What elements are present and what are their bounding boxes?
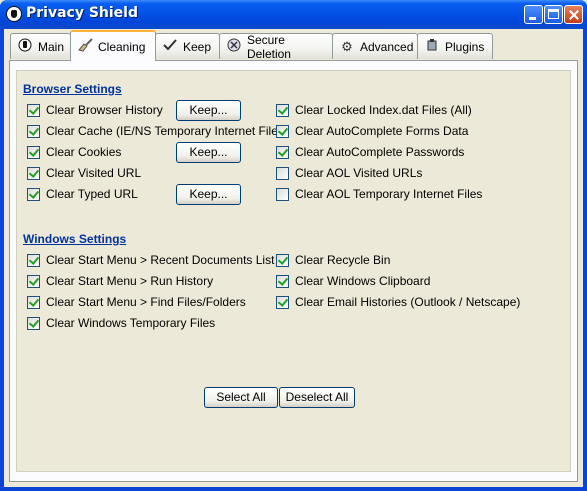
app-icon <box>6 6 22 22</box>
tab-keep[interactable]: Keep <box>155 33 220 59</box>
broom-icon <box>77 38 93 55</box>
title-bar[interactable]: Privacy Shield <box>0 0 587 29</box>
checkbox-clear-browser-history[interactable]: Clear Browser History <box>27 103 163 117</box>
check-icon <box>162 38 178 55</box>
checkbox-label: Clear Start Menu > Find Files/Folders <box>46 295 246 309</box>
checkbox-clear-aol-temp-files[interactable]: Clear AOL Temporary Internet Files <box>276 187 482 201</box>
checkbox-box[interactable] <box>276 187 289 201</box>
checkbox-clear-recent-documents[interactable]: Clear Start Menu > Recent Documents List <box>27 253 274 267</box>
select-all-button[interactable]: Select All <box>204 387 278 408</box>
checkbox-box[interactable] <box>27 145 40 159</box>
checkbox-box[interactable] <box>276 274 289 288</box>
checkbox-clear-windows-temp-files[interactable]: Clear Windows Temporary Files <box>27 316 215 330</box>
maximize-button[interactable] <box>544 5 563 24</box>
tab-secure-deletion-label: Secure Deletion <box>246 32 291 61</box>
checkbox-box[interactable] <box>27 253 40 267</box>
plugin-icon <box>424 38 440 55</box>
checkbox-label: Clear Browser History <box>46 103 163 117</box>
checkbox-clear-visited-url[interactable]: Clear Visited URL <box>27 166 141 180</box>
checkbox-clear-clipboard[interactable]: Clear Windows Clipboard <box>276 274 430 288</box>
checkbox-box[interactable] <box>27 295 40 309</box>
checkbox-label: Clear Start Menu > Run History <box>46 274 214 288</box>
checkbox-label: Clear AOL Visited URLs <box>295 166 423 180</box>
checkbox-box[interactable] <box>27 103 40 117</box>
checkbox-clear-autocomplete-passwords[interactable]: Clear AutoComplete Passwords <box>276 145 464 159</box>
checkbox-clear-recycle-bin[interactable]: Clear Recycle Bin <box>276 253 390 267</box>
checkbox-label: Clear AOL Temporary Internet Files <box>295 187 483 201</box>
checkbox-label: Clear Typed URL <box>46 187 138 201</box>
app-window: Privacy Shield Main Cleaning Keep Secure… <box>0 0 587 491</box>
window-title: Privacy Shield <box>26 5 138 21</box>
checkbox-label: Clear Cookies <box>46 145 122 159</box>
checkbox-box[interactable] <box>27 316 40 330</box>
checkbox-label: Clear Windows Clipboard <box>295 274 431 288</box>
checkbox-clear-aol-visited-urls[interactable]: Clear AOL Visited URLs <box>276 166 422 180</box>
checkbox-clear-find-files[interactable]: Clear Start Menu > Find Files/Folders <box>27 295 246 309</box>
tab-main[interactable]: Main <box>10 33 71 59</box>
checkbox-label: Clear Locked Index.dat Files (All) <box>295 103 472 117</box>
close-button[interactable] <box>564 5 583 24</box>
checkbox-label: Clear AutoComplete Forms Data <box>295 124 469 138</box>
tab-keep-label: Keep <box>183 39 212 54</box>
checkbox-label: Clear Windows Temporary Files <box>46 316 216 330</box>
checkbox-clear-typed-url[interactable]: Clear Typed URL <box>27 187 138 201</box>
checkbox-box[interactable] <box>276 166 289 180</box>
minimize-button[interactable] <box>524 5 543 24</box>
checkbox-clear-cookies[interactable]: Clear Cookies <box>27 145 121 159</box>
checkbox-box[interactable] <box>276 124 289 138</box>
checkbox-box[interactable] <box>276 103 289 117</box>
tab-plugins[interactable]: Plugins <box>417 33 493 59</box>
tab-main-label: Main <box>38 39 65 54</box>
checkbox-clear-run-history[interactable]: Clear Start Menu > Run History <box>27 274 213 288</box>
checkbox-box[interactable] <box>276 253 289 267</box>
tab-panel: Browser Settings Clear Browser History C… <box>9 60 578 482</box>
checkbox-label: Clear AutoComplete Passwords <box>295 145 465 159</box>
checkbox-label: Clear Recycle Bin <box>295 253 391 267</box>
checkbox-label: Clear Start Menu > Recent Documents List <box>46 253 275 267</box>
cleaning-options-frame: Browser Settings Clear Browser History C… <box>16 70 571 472</box>
checkbox-box[interactable] <box>276 295 289 309</box>
tab-advanced[interactable]: ⚙ Advanced <box>332 33 418 59</box>
keep-history-button[interactable]: Keep... <box>176 100 241 121</box>
keep-typed-url-button[interactable]: Keep... <box>176 184 241 205</box>
checkbox-box[interactable] <box>276 145 289 159</box>
checkbox-label: Clear Visited URL <box>46 166 142 180</box>
info-icon <box>17 38 33 55</box>
checkbox-clear-autocomplete-forms[interactable]: Clear AutoComplete Forms Data <box>276 124 468 138</box>
checkbox-clear-cache[interactable]: Clear Cache (IE/NS Temporary Internet Fi… <box>27 124 288 138</box>
gear-icon: ⚙ <box>341 38 353 54</box>
checkbox-box[interactable] <box>27 166 40 180</box>
tab-plugins-label: Plugins <box>445 39 485 54</box>
checkbox-box[interactable] <box>27 187 40 201</box>
tab-cleaning[interactable]: Cleaning <box>70 30 156 61</box>
keep-cookies-button[interactable]: Keep... <box>176 142 241 163</box>
checkbox-clear-locked-index-dat[interactable]: Clear Locked Index.dat Files (All) <box>276 103 472 117</box>
tab-cleaning-label: Cleaning <box>98 39 146 54</box>
deselect-all-button[interactable]: Deselect All <box>279 387 355 408</box>
checkbox-clear-email-histories[interactable]: Clear Email Histories (Outlook / Netscap… <box>276 295 520 309</box>
client-area: Main Cleaning Keep Secure Deletion ⚙ Adv… <box>4 29 583 487</box>
checkbox-box[interactable] <box>27 274 40 288</box>
windows-settings-title: Windows Settings <box>23 232 127 246</box>
tab-secure-deletion[interactable]: Secure Deletion <box>219 32 333 61</box>
checkbox-box[interactable] <box>27 124 40 138</box>
tab-advanced-label: Advanced <box>360 39 414 54</box>
checkbox-label: Clear Email Histories (Outlook / Netscap… <box>295 295 521 309</box>
browser-settings-title: Browser Settings <box>23 82 122 96</box>
checkbox-label: Clear Cache (IE/NS Temporary Internet Fi… <box>46 124 288 138</box>
shield-icon <box>226 38 242 55</box>
